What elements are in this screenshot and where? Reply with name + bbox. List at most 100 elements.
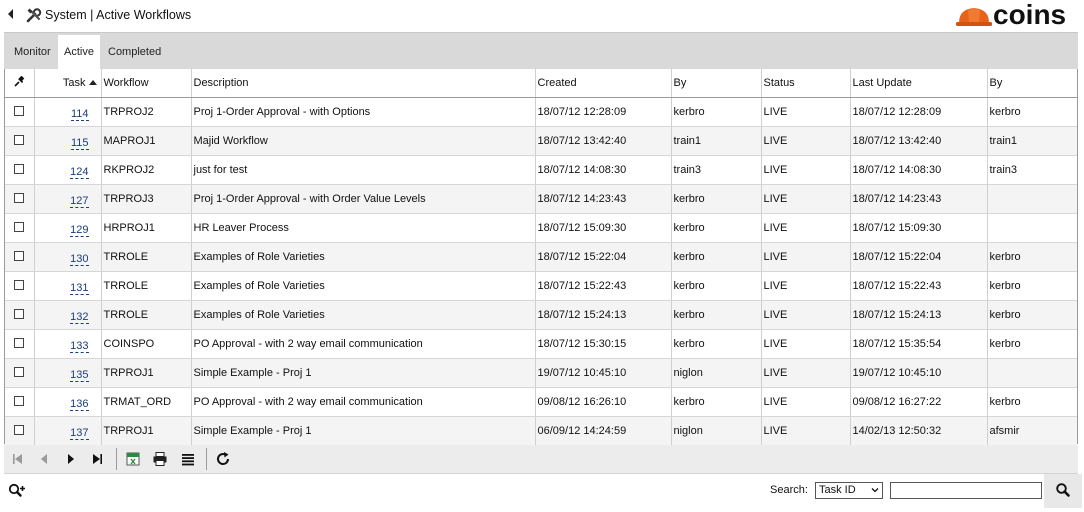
row-checkbox[interactable]	[14, 308, 25, 319]
created-by: kerbro	[671, 387, 762, 417]
column-header-description[interactable]: Description	[191, 69, 536, 98]
task-id-link[interactable]: 137	[70, 427, 89, 440]
column-header-last-update[interactable]: Last Update	[850, 69, 988, 98]
task-id-cell: 129	[34, 213, 102, 243]
refresh-icon[interactable]	[215, 451, 231, 467]
status: LIVE	[761, 358, 851, 388]
table-row[interactable]: 131 TRROLE Examples of Role Varieties 18/07…	[5, 271, 1077, 301]
table-row[interactable]: 135 TRPROJ1 Simple Example - Proj 1 19/07/1…	[5, 358, 1077, 388]
created-date: 06/09/12 14:24:59	[535, 416, 672, 446]
status: LIVE	[761, 416, 851, 446]
row-checkbox[interactable]	[14, 279, 25, 290]
task-id-link[interactable]: 132	[70, 311, 89, 324]
table-row[interactable]: 115 MAPROJ1 Majid Workflow 18/07/12 13:42:4…	[5, 126, 1077, 156]
table-row[interactable]: 129 HRPROJ1 HR Leaver Process 18/07/12 15:0…	[5, 213, 1077, 243]
print-icon[interactable]	[152, 451, 168, 467]
task-id-link[interactable]: 129	[70, 224, 89, 237]
row-checkbox[interactable]	[14, 221, 25, 232]
tab-active[interactable]: Active	[58, 35, 100, 69]
task-id-link[interactable]: 124	[70, 166, 89, 179]
hard-hat-icon	[956, 8, 992, 26]
row-checkbox[interactable]	[14, 134, 25, 145]
previous-page-icon[interactable]	[36, 451, 52, 467]
updated-by: kerbro	[987, 387, 1077, 417]
row-checkbox[interactable]	[14, 105, 25, 116]
task-id-link[interactable]: 127	[70, 195, 89, 208]
status: LIVE	[761, 97, 851, 127]
task-id-link[interactable]: 135	[70, 369, 89, 382]
column-header-status[interactable]: Status	[761, 69, 851, 98]
column-header-by[interactable]: By	[671, 69, 762, 98]
search-label: Search:	[770, 484, 808, 496]
title-bar: System | Active Workflows coins	[0, 0, 1084, 32]
table-row[interactable]: 132 TRROLE Examples of Role Varieties 18/07…	[5, 300, 1077, 330]
last-update: 18/07/12 15:35:54	[850, 329, 988, 359]
row-checkbox[interactable]	[14, 337, 25, 348]
next-page-icon[interactable]	[63, 451, 79, 467]
workflow-code: MAPROJ1	[101, 126, 192, 156]
column-header-updated-by[interactable]: By	[987, 69, 1077, 98]
table-row[interactable]: 130 TRROLE Examples of Role Varieties 18/07…	[5, 242, 1077, 272]
pin-icon[interactable]	[13, 75, 25, 88]
workflow-code: COINSPO	[101, 329, 192, 359]
row-checkbox[interactable]	[14, 163, 25, 174]
row-checkbox[interactable]	[14, 395, 25, 406]
updated-by: kerbro	[987, 329, 1077, 359]
created-date: 18/07/12 12:28:09	[535, 97, 672, 127]
back-arrow-icon[interactable]	[8, 9, 13, 19]
first-page-icon[interactable]	[10, 451, 26, 467]
created-by: kerbro	[671, 329, 762, 359]
search-button[interactable]	[1044, 474, 1082, 508]
created-date: 09/08/12 16:26:10	[535, 387, 672, 417]
table-row[interactable]: 136 TRMAT_ORD PO Approval - with 2 way ema…	[5, 387, 1077, 417]
row-checkbox[interactable]	[14, 424, 25, 435]
task-id-link[interactable]: 114	[70, 108, 89, 121]
search-icon[interactable]	[1055, 482, 1071, 498]
column-header-task[interactable]: Task	[34, 69, 102, 98]
row-checkbox[interactable]	[14, 250, 25, 261]
row-select-cell	[5, 242, 35, 272]
table-row[interactable]: 114 TRPROJ2 Proj 1-Order Approval - with O…	[5, 97, 1077, 127]
updated-by: train1	[987, 126, 1077, 156]
last-page-icon[interactable]	[89, 451, 105, 467]
last-update: 18/07/12 13:42:40	[850, 126, 988, 156]
excel-export-icon[interactable]	[125, 451, 141, 467]
status: LIVE	[761, 126, 851, 156]
status: LIVE	[761, 242, 851, 272]
search-field-select[interactable]: Task ID	[815, 482, 883, 499]
search-input[interactable]	[890, 482, 1042, 499]
row-select-cell	[5, 213, 35, 243]
row-checkbox[interactable]	[14, 192, 25, 203]
table-row[interactable]: 124 RKPROJ2 just for test 18/07/12 14:08:30…	[5, 155, 1077, 185]
task-id-cell: 132	[34, 300, 102, 330]
description: just for test	[191, 155, 536, 185]
list-view-icon[interactable]	[180, 451, 196, 467]
column-header-workflow[interactable]: Workflow	[101, 69, 192, 98]
column-header-created[interactable]: Created	[535, 69, 672, 98]
row-select-cell	[5, 97, 35, 127]
table-row[interactable]: 133 COINSPO PO Approval - with 2 way email…	[5, 329, 1077, 359]
created-by: kerbro	[671, 97, 762, 127]
task-id-cell: 133	[34, 329, 102, 359]
task-id-link[interactable]: 131	[70, 282, 89, 295]
zoom-add-icon[interactable]	[8, 483, 26, 499]
row-checkbox[interactable]	[14, 366, 25, 377]
last-update: 18/07/12 15:22:43	[850, 271, 988, 301]
task-id-link[interactable]: 130	[70, 253, 89, 266]
created-by: kerbro	[671, 184, 762, 214]
pin-column-header[interactable]	[5, 69, 35, 98]
status: LIVE	[761, 271, 851, 301]
last-update: 09/08/12 16:27:22	[850, 387, 988, 417]
row-select-cell	[5, 300, 35, 330]
task-id-link[interactable]: 136	[70, 398, 89, 411]
table-row[interactable]: 127 TRPROJ3 Proj 1-Order Approval - with O…	[5, 184, 1077, 214]
workflow-code: TRROLE	[101, 271, 192, 301]
tab-completed[interactable]: Completed	[102, 35, 167, 69]
created-by: kerbro	[671, 242, 762, 272]
tab-monitor[interactable]: Monitor	[8, 35, 57, 69]
last-update: 19/07/12 10:45:10	[850, 358, 988, 388]
task-id-cell: 115	[34, 126, 102, 156]
table-row[interactable]: 137 TRPROJ1 Simple Example - Proj 1 06/09/1…	[5, 416, 1077, 446]
task-id-link[interactable]: 115	[70, 137, 89, 150]
task-id-link[interactable]: 133	[70, 340, 89, 353]
